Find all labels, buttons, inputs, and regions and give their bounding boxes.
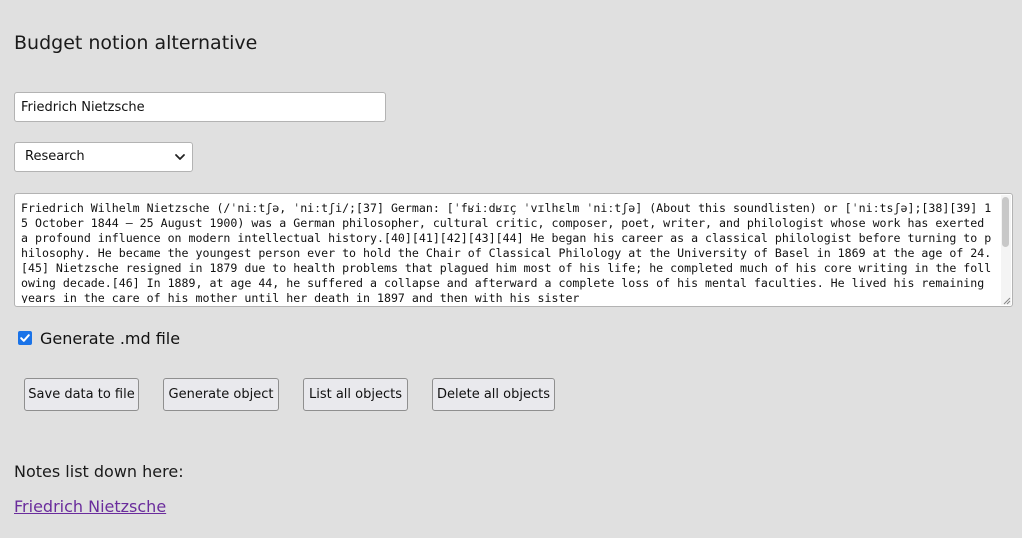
notes-heading: Notes list down here: [14, 462, 184, 481]
textarea-scrollbar[interactable] [1001, 195, 1011, 305]
textarea-scrollbar-thumb[interactable] [1002, 197, 1009, 247]
save-data-button[interactable]: Save data to file [24, 378, 139, 411]
checkmark-icon [20, 334, 30, 342]
delete-objects-button[interactable]: Delete all objects [432, 378, 555, 411]
note-body-text: Friedrich Wilhelm Nietzsche (/ˈniːtʃə, ˈ… [21, 201, 992, 303]
category-select-value: Research [25, 149, 85, 164]
list-objects-button[interactable]: List all objects [303, 378, 408, 411]
generate-md-label: Generate .md file [40, 328, 181, 348]
generate-md-checkbox[interactable] [18, 331, 32, 345]
note-body-textarea[interactable]: Friedrich Wilhelm Nietzsche (/ˈniːtʃə, ˈ… [14, 193, 1013, 307]
generate-object-button[interactable]: Generate object [163, 378, 279, 411]
note-title-input[interactable] [14, 92, 386, 122]
resize-handle-icon[interactable] [1001, 295, 1011, 305]
note-link-item[interactable]: Friedrich Nietzsche [14, 496, 166, 518]
chevron-down-icon [175, 154, 185, 160]
generate-md-option[interactable]: Generate .md file [18, 327, 180, 349]
page: Budget notion alternative Research Fried… [0, 0, 1022, 538]
category-select[interactable]: Research [14, 142, 193, 172]
page-title: Budget notion alternative [14, 32, 258, 54]
